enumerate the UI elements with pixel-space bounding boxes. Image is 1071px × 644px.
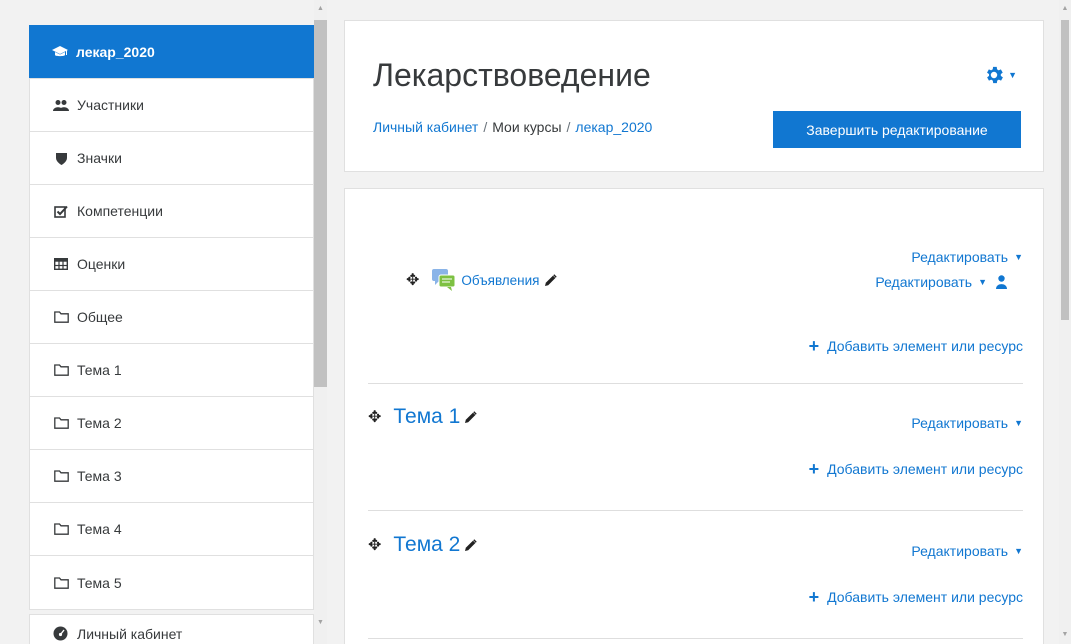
folder-icon <box>53 362 69 378</box>
scroll-down-arrow-icon[interactable]: ▼ <box>314 616 327 628</box>
scroll-down-arrow-icon[interactable]: ▼ <box>1059 628 1071 640</box>
section-name[interactable]: Тема 2 <box>393 533 460 557</box>
sidebar-item-competencies[interactable]: Компетенции <box>30 185 313 238</box>
caret-down-icon: ▼ <box>978 277 987 287</box>
graduation-cap-icon <box>52 44 68 60</box>
activity-link[interactable]: Объявления <box>461 273 539 288</box>
section-edit-menu[interactable]: Редактировать ▼ <box>911 249 1023 265</box>
sidebar-item-label: Участники <box>77 97 144 113</box>
sidebar-item-label: Компетенции <box>77 203 163 219</box>
page-scrollbar[interactable]: ▲ ▼ <box>1059 0 1071 644</box>
sidebar-item-topic-5[interactable]: Тема 5 <box>30 556 313 609</box>
user-icon[interactable] <box>996 275 1007 289</box>
move-icon[interactable]: ✥ <box>368 535 381 555</box>
course-nav-drawer: лекар_2020 Участники Значки Компетенции … <box>29 25 314 610</box>
section-divider <box>368 510 1023 511</box>
sidebar-item-label: Тема 4 <box>77 521 122 537</box>
section-title: ✥ Тема 1 <box>368 405 478 429</box>
sidebar-item-label: Тема 2 <box>77 415 122 431</box>
caret-down-icon: ▼ <box>1014 252 1023 262</box>
sidebar-item-label: Тема 3 <box>77 468 122 484</box>
sidebar-item-topic-3[interactable]: Тема 3 <box>30 450 313 503</box>
scrollbar-thumb[interactable] <box>314 20 327 387</box>
folder-icon <box>53 468 69 484</box>
sidebar-item-label: Оценки <box>77 256 126 272</box>
dashboard-icon <box>53 626 69 642</box>
pencil-icon[interactable] <box>464 538 478 552</box>
section-edit-menu[interactable]: Редактировать ▼ <box>911 415 1023 431</box>
sidebar-item-participants[interactable]: Участники <box>30 79 313 132</box>
sidebar-item-course[interactable]: лекар_2020 <box>29 25 314 79</box>
scroll-up-arrow-icon[interactable]: ▲ <box>1059 2 1071 14</box>
caret-down-icon: ▼ <box>1014 546 1023 556</box>
breadcrumb: Личный кабинет / Мои курсы / лекар_2020 <box>373 119 653 135</box>
plus-icon: + <box>808 587 820 607</box>
sidebar-scrollbar[interactable]: ▲ ▼ <box>314 0 327 644</box>
sidebar-item-label: лекар_2020 <box>76 43 155 60</box>
section-name[interactable]: Тема 1 <box>393 405 460 429</box>
sidebar-item-label: Тема 5 <box>77 574 122 591</box>
add-activity-button[interactable]: + Добавить элемент или ресурс <box>809 588 1023 606</box>
shield-icon <box>53 150 69 166</box>
page-title: Лекарствоведение <box>373 57 651 93</box>
sidebar-item-grades[interactable]: Оценки <box>30 238 313 291</box>
activity-edit-menu[interactable]: Редактировать ▼ <box>875 274 987 290</box>
sidebar-item-topic-1[interactable]: Тема 1 <box>30 344 313 397</box>
breadcrumb-course[interactable]: лекар_2020 <box>575 119 652 135</box>
pencil-icon[interactable] <box>544 273 557 287</box>
forum-icon <box>431 268 457 292</box>
move-icon[interactable]: ✥ <box>368 407 381 427</box>
course-settings-menu[interactable]: ▼ <box>983 64 1017 86</box>
users-icon <box>53 97 69 113</box>
sidebar-item-topic-4[interactable]: Тема 4 <box>30 503 313 556</box>
sidebar-item-label: Значки <box>77 150 122 166</box>
breadcrumb-dashboard[interactable]: Личный кабинет <box>373 119 478 135</box>
sidebar-item-label: Общее <box>77 309 123 325</box>
chevron-down-icon: ▼ <box>1008 70 1017 80</box>
plus-icon: + <box>808 336 820 356</box>
course-content: Редактировать ▼ ✥ Объявления Редактироват… <box>344 188 1044 644</box>
sidebar-item-label: Тема 1 <box>77 362 122 378</box>
move-icon[interactable]: ✥ <box>406 270 419 290</box>
plus-icon: + <box>808 459 820 479</box>
folder-icon <box>53 415 69 431</box>
section-divider <box>368 383 1023 384</box>
sidebar-item-label: Личный кабинет <box>77 626 183 642</box>
gear-icon <box>987 66 1003 84</box>
sidebar-item-topic-2[interactable]: Тема 2 <box>30 397 313 450</box>
section-edit-menu[interactable]: Редактировать ▼ <box>911 543 1023 559</box>
section-divider <box>368 638 1023 639</box>
checkbox-icon <box>53 203 69 219</box>
pencil-icon[interactable] <box>464 410 478 424</box>
folder-icon <box>53 309 69 325</box>
page-header: Лекарствоведение ▼ Личный кабинет / Мои ку… <box>344 20 1044 172</box>
finish-editing-button[interactable]: Завершить редактирование <box>773 111 1021 148</box>
breadcrumb-my-courses[interactable]: Мои курсы <box>492 119 561 135</box>
caret-down-icon: ▼ <box>1014 418 1023 428</box>
section-title: ✥ Тема 2 <box>368 533 478 557</box>
section-general: Редактировать ▼ ✥ Объявления Редактироват… <box>368 241 1023 381</box>
scroll-up-arrow-icon[interactable]: ▲ <box>314 2 327 14</box>
table-icon <box>53 256 69 272</box>
add-activity-button[interactable]: + Добавить элемент или ресурс <box>809 460 1023 478</box>
folder-icon <box>53 575 69 591</box>
activity-announcements: ✥ Объявления <box>406 268 557 292</box>
section-topic-1: ✥ Тема 1 Редактировать ▼ + Добавить элемен… <box>368 401 1023 491</box>
scrollbar-thumb[interactable] <box>1061 20 1069 320</box>
sidebar-item-badges[interactable]: Значки <box>30 132 313 185</box>
section-topic-2: ✥ Тема 2 Редактировать ▼ + Добавить элемен… <box>368 529 1023 619</box>
folder-icon <box>53 521 69 537</box>
sidebar-item-general[interactable]: Общее <box>30 291 313 344</box>
add-activity-button[interactable]: + Добавить элемент или ресурс <box>809 337 1023 355</box>
sidebar-item-dashboard[interactable]: Личный кабинет <box>29 614 314 644</box>
